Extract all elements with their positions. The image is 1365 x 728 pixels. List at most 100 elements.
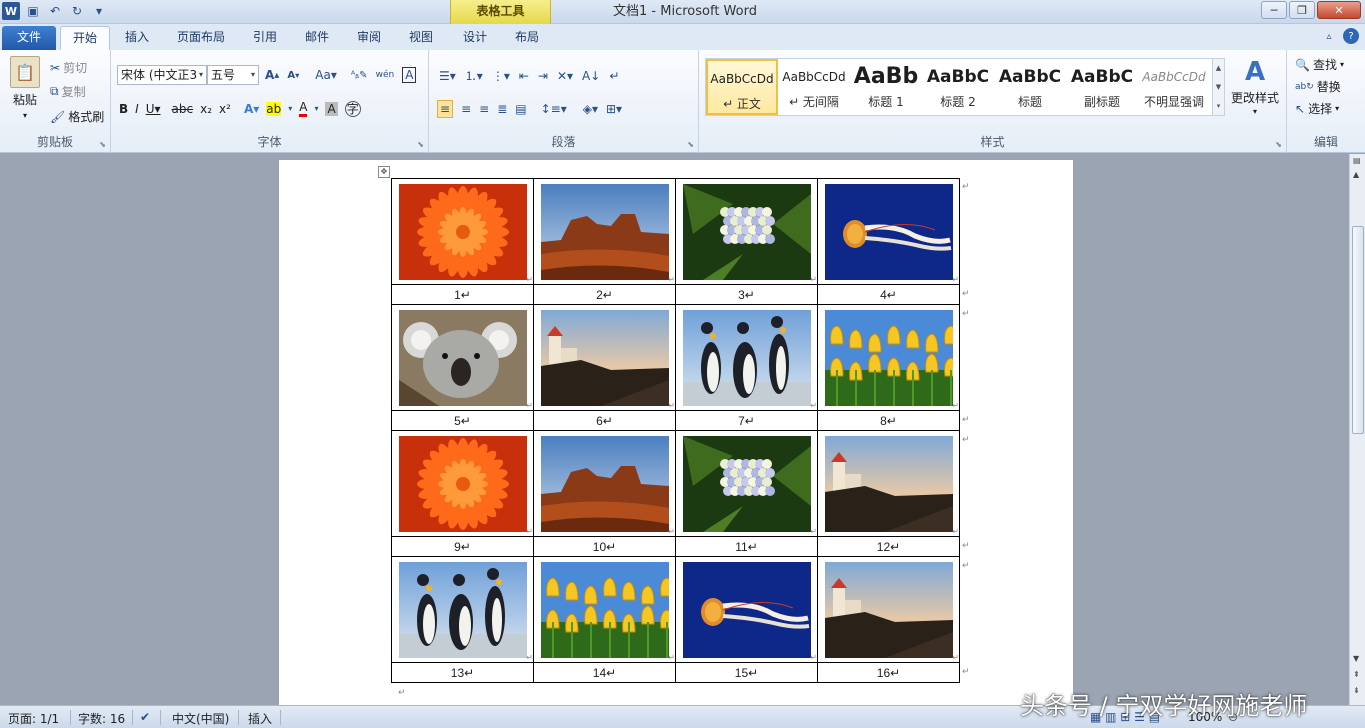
italic-icon[interactable]: I — [135, 102, 139, 116]
replace-button[interactable]: ab↻ 替换 — [1295, 78, 1341, 95]
style-item[interactable]: AaBbC 副标题 — [1066, 59, 1138, 115]
hydrangeas-image[interactable] — [682, 435, 811, 532]
font-color-icon[interactable]: A — [299, 100, 308, 117]
superscript-icon[interactable]: x² — [219, 102, 231, 116]
image-cell[interactable]: ↵ — [675, 304, 818, 411]
tulips-image[interactable] — [824, 309, 953, 406]
minimize-button[interactable]: ─ — [1261, 1, 1287, 19]
enclose-characters-icon[interactable]: 字 — [344, 100, 361, 117]
tab-insert[interactable]: 插入 — [114, 26, 160, 50]
sort-icon[interactable]: A↓ — [582, 69, 600, 83]
tab-home[interactable]: 开始 — [60, 26, 110, 51]
multilevel-list-icon[interactable]: ⋮▾ — [492, 69, 510, 83]
caption-cell[interactable]: 2↵ — [533, 284, 676, 305]
undo-icon[interactable]: ↶ — [46, 2, 64, 20]
paste-button[interactable]: 📋 粘贴 ▾ — [8, 56, 42, 120]
tab-file[interactable]: 文件 — [2, 26, 56, 50]
align-right-icon[interactable]: ≡ — [479, 102, 489, 116]
gallery-up-icon[interactable]: ▲ — [1216, 64, 1221, 72]
table-row[interactable]: 1↵ 2↵ 3↵ 4↵ — [391, 284, 960, 305]
customize-qat-icon[interactable]: ▾ — [90, 2, 108, 20]
caption-cell[interactable]: 7↵ — [675, 410, 818, 431]
image-cell[interactable]: ↵ — [391, 304, 534, 411]
cut-button[interactable]: ✂ 剪切 — [50, 59, 87, 76]
proofing-icon[interactable]: ✔ — [140, 710, 150, 724]
text-effects-icon[interactable]: A▾ — [244, 102, 259, 116]
gallery-scroll[interactable]: ▲ ▼ ▾ — [1212, 59, 1224, 115]
image-cell[interactable]: ↵ — [391, 178, 534, 285]
page-count[interactable]: 页面: 1/1 — [8, 710, 59, 727]
chrysanthemum-image[interactable] — [398, 183, 527, 280]
decrease-indent-icon[interactable]: ⇤ — [519, 69, 529, 83]
language-indicator[interactable]: 中文(中国) — [172, 710, 229, 727]
highlight-dropdown-icon[interactable]: ▾ — [288, 104, 292, 113]
character-shading-icon[interactable]: A — [325, 101, 338, 116]
caption-cell[interactable]: 15↵ — [675, 662, 818, 683]
scroll-down-icon[interactable]: ▼ — [1353, 654, 1359, 663]
caption-cell[interactable]: 16↵ — [817, 662, 960, 683]
styles-dialog-launcher-icon[interactable]: ⬊ — [1275, 140, 1282, 149]
image-table[interactable]: ↵ ↵ ↵ ↵ 1↵ 2↵ 3↵ 4↵ ↵ ↵ ↵ ↵ 5↵ 6↵ 7↵ 8↵ ↵ ↵ ↵ ↵ 9↵ 10↵ 11↵ 12↵ ↵… — [391, 178, 960, 683]
line-spacing-icon[interactable]: ↕≡▾ — [541, 102, 567, 116]
table-move-handle-icon[interactable]: ✥ — [378, 166, 390, 178]
caption-cell[interactable]: 12↵ — [817, 536, 960, 557]
penguins-image[interactable] — [398, 561, 527, 658]
bold-icon[interactable]: B — [119, 102, 128, 116]
table-row[interactable]: 9↵ 10↵ 11↵ 12↵ — [391, 536, 960, 557]
caption-cell[interactable]: 5↵ — [391, 410, 534, 431]
scroll-up-icon[interactable]: ▲ — [1353, 170, 1359, 179]
table-row[interactable]: ↵ ↵ ↵ ↵ — [391, 430, 960, 537]
chinese-layout-icon[interactable]: ✕▾ — [557, 69, 573, 83]
caption-cell[interactable]: 11↵ — [675, 536, 818, 557]
caption-cell[interactable]: 14↵ — [533, 662, 676, 683]
caption-cell[interactable]: 6↵ — [533, 410, 676, 431]
numbering-icon[interactable]: ⒈▾ — [465, 67, 483, 84]
change-styles-button[interactable]: A 更改样式 ▾ — [1227, 56, 1283, 116]
tulips-image[interactable] — [540, 561, 669, 658]
increase-indent-icon[interactable]: ⇥ — [538, 69, 548, 83]
caption-cell[interactable]: 13↵ — [391, 662, 534, 683]
dialog-launcher-icon[interactable]: ⬊ — [99, 140, 106, 149]
image-cell[interactable]: ↵ — [533, 430, 676, 537]
caption-cell[interactable]: 4↵ — [817, 284, 960, 305]
style-item[interactable]: AaBbC 标题 2 — [922, 59, 994, 115]
desert-image[interactable] — [540, 183, 669, 280]
image-cell[interactable]: ↵ — [817, 304, 960, 411]
paragraph-dialog-launcher-icon[interactable]: ⬊ — [687, 140, 694, 149]
font-color-dropdown-icon[interactable]: ▾ — [314, 104, 318, 113]
image-cell[interactable]: ↵ — [391, 430, 534, 537]
caption-cell[interactable]: 8↵ — [817, 410, 960, 431]
style-item[interactable]: AaBbC 标题 — [994, 59, 1066, 115]
ruler-toggle-icon[interactable]: ▤ — [1353, 156, 1361, 165]
jellyfish-image[interactable] — [824, 183, 953, 280]
character-border-icon[interactable]: A — [402, 67, 417, 83]
table-row[interactable]: 13↵ 14↵ 15↵ 16↵ — [391, 662, 960, 683]
tab-view[interactable]: 视图 — [398, 26, 444, 50]
scrollbar-thumb[interactable] — [1352, 226, 1364, 434]
close-button[interactable]: ✕ — [1317, 1, 1361, 19]
bullets-icon[interactable]: ☰▾ — [439, 69, 456, 83]
image-cell[interactable]: ↵ — [391, 556, 534, 663]
borders-icon[interactable]: ⊞▾ — [606, 102, 622, 116]
distributed-icon[interactable]: ▤ — [515, 102, 526, 116]
caption-cell[interactable]: 3↵ — [675, 284, 818, 305]
image-cell[interactable]: ↵ — [533, 556, 676, 663]
style-item[interactable]: AaBb 标题 1 — [850, 59, 922, 115]
koala-image[interactable] — [398, 309, 527, 406]
image-cell[interactable]: ↵ — [817, 178, 960, 285]
grow-font-icon[interactable]: A ▴ — [265, 68, 279, 82]
tab-table-design[interactable]: 设计 — [452, 26, 498, 50]
lighthouse-image[interactable] — [540, 309, 669, 406]
find-button[interactable]: 🔍 查找 ▾ — [1295, 56, 1344, 73]
tab-page-layout[interactable]: 页面布局 — [168, 26, 234, 50]
penguins-image[interactable] — [682, 309, 811, 406]
select-button[interactable]: ↖ 选择 ▾ — [1295, 100, 1339, 117]
shading-icon[interactable]: ◈▾ — [583, 102, 598, 116]
align-left-icon[interactable]: ≡ — [437, 100, 454, 118]
insert-mode-indicator[interactable]: 插入 — [248, 710, 272, 727]
font-size-select[interactable]: 五号 ▾ — [207, 65, 259, 85]
lighthouse-image[interactable] — [824, 435, 953, 532]
table-row[interactable]: ↵ ↵ ↵ ↵ — [391, 178, 960, 285]
caption-cell[interactable]: 10↵ — [533, 536, 676, 557]
show-marks-icon[interactable]: ↵ — [609, 69, 619, 83]
